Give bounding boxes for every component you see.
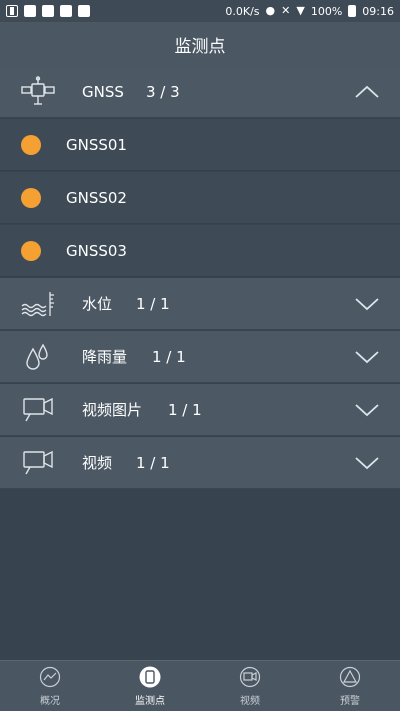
network-speed: 0.0K/s bbox=[225, 4, 260, 18]
mute-icon: ✕ bbox=[281, 4, 291, 17]
list-item-label: GNSS01 bbox=[66, 136, 127, 154]
rain-drops-icon bbox=[26, 343, 48, 370]
group-count: 1 / 1 bbox=[136, 454, 170, 472]
group-label: 视频 bbox=[82, 454, 113, 472]
facebook-icon bbox=[6, 5, 18, 17]
check-box-icon bbox=[60, 5, 72, 17]
wifi-icon: ▼ bbox=[296, 4, 305, 17]
chevron-down-icon[interactable] bbox=[354, 451, 380, 475]
status-system: 0.0K/s ● ✕ ▼ 100% 09:16 bbox=[225, 5, 394, 18]
group-count: 1 / 1 bbox=[152, 348, 186, 366]
group-gnss[interactable]: GNSS 3 / 3 bbox=[0, 66, 400, 118]
status-dot bbox=[21, 135, 41, 155]
group-label: 视频图片 bbox=[82, 401, 143, 419]
tab-warning[interactable]: 预警 bbox=[300, 661, 400, 711]
location-icon: ● bbox=[265, 4, 276, 17]
tab-label: 视频 bbox=[240, 696, 260, 707]
group-video[interactable]: 视频 1 / 1 bbox=[0, 437, 400, 489]
group-count: 3 / 3 bbox=[146, 83, 180, 101]
group-video-image[interactable]: 视频图片 1 / 1 bbox=[0, 384, 400, 436]
clock: 09:16 bbox=[362, 4, 394, 18]
chevron-down-icon[interactable] bbox=[354, 292, 380, 316]
battery-icon bbox=[348, 5, 357, 17]
monitor-point-icon bbox=[139, 666, 161, 688]
list-item-gnss02[interactable]: GNSS02 bbox=[0, 172, 400, 224]
group-count: 1 / 1 bbox=[168, 401, 202, 419]
list-item-gnss03[interactable]: GNSS03 bbox=[0, 225, 400, 277]
android-icon bbox=[78, 5, 90, 17]
status-notifications bbox=[6, 5, 90, 17]
tab-monitor-point[interactable]: 监测点 bbox=[100, 661, 200, 711]
list-item-gnss01[interactable]: GNSS01 bbox=[0, 119, 400, 171]
tab-label: 预警 bbox=[340, 696, 360, 707]
warning-icon bbox=[339, 666, 361, 688]
group-label: 降雨量 bbox=[82, 348, 128, 366]
bottom-nav: 概况 监测点 视频 预警 bbox=[0, 660, 400, 711]
tab-label: 概况 bbox=[40, 696, 60, 707]
satellite-icon bbox=[21, 76, 55, 105]
group-label: GNSS bbox=[82, 83, 124, 101]
tab-label: 监测点 bbox=[135, 696, 165, 707]
status-bar: 0.0K/s ● ✕ ▼ 100% 09:16 bbox=[0, 0, 400, 22]
video-image-icon bbox=[23, 397, 53, 422]
chevron-down-icon[interactable] bbox=[354, 398, 380, 422]
group-water-level[interactable]: 水位 1 / 1 bbox=[0, 278, 400, 330]
chevron-down-icon[interactable] bbox=[354, 345, 380, 369]
list-item-label: GNSS03 bbox=[66, 242, 127, 260]
page-title: 监测点 bbox=[174, 36, 226, 57]
overview-icon bbox=[39, 666, 61, 688]
water-level-icon bbox=[21, 292, 54, 317]
status-dot bbox=[21, 241, 41, 261]
group-count: 1 / 1 bbox=[136, 295, 170, 313]
battery-percent: 100% bbox=[310, 4, 343, 18]
page-header: 监测点 bbox=[0, 22, 400, 66]
notification-square-icon bbox=[24, 5, 36, 17]
video-icon bbox=[23, 450, 53, 475]
image-icon bbox=[42, 5, 54, 17]
tab-overview[interactable]: 概况 bbox=[0, 661, 100, 711]
group-rainfall[interactable]: 降雨量 1 / 1 bbox=[0, 331, 400, 383]
video-tab-icon bbox=[239, 666, 261, 688]
tab-video[interactable]: 视频 bbox=[200, 661, 300, 711]
group-label: 水位 bbox=[82, 295, 113, 313]
status-dot bbox=[21, 188, 41, 208]
list-item-label: GNSS02 bbox=[66, 189, 127, 207]
chevron-up-icon[interactable] bbox=[354, 80, 380, 104]
